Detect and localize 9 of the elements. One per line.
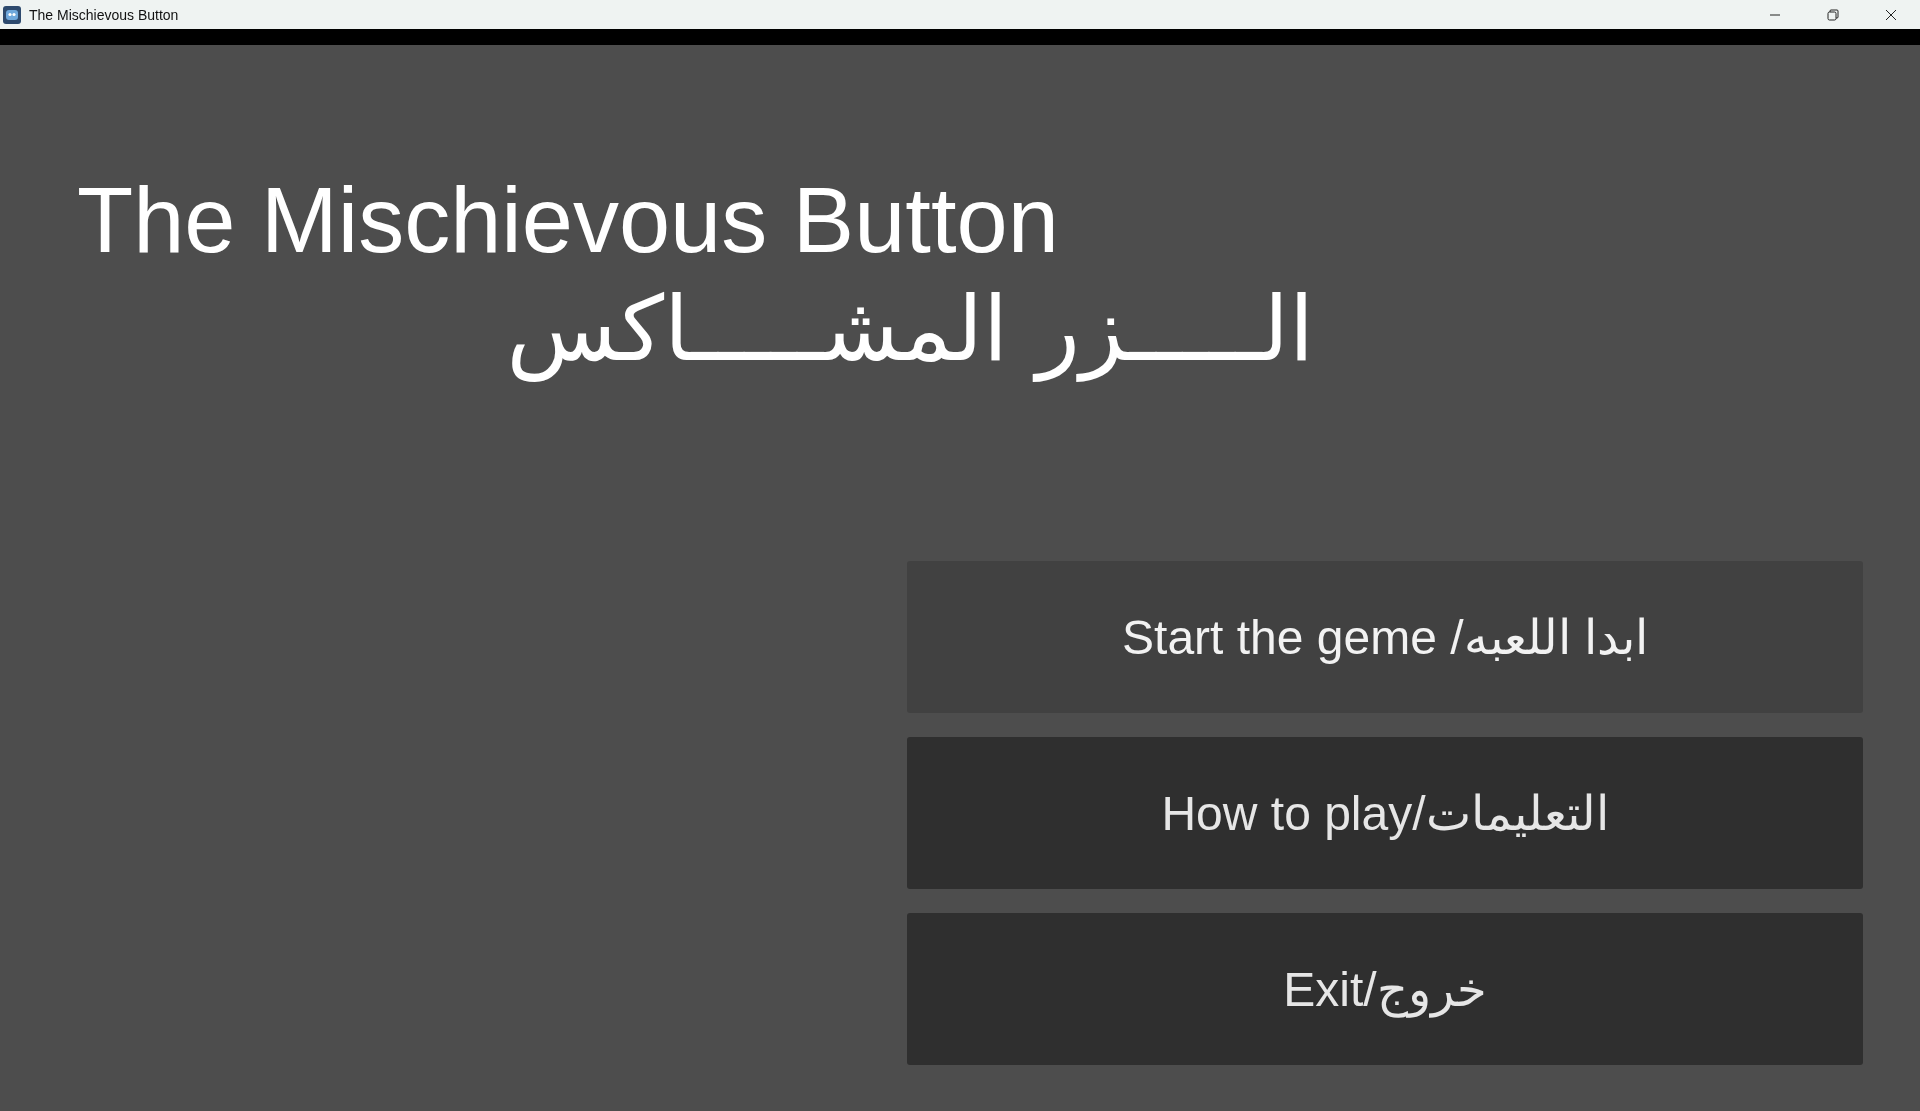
game-title: The Mischievous Button	[77, 168, 1059, 273]
game-title-arabic: الـــــزر المشـــــاكس	[506, 275, 1314, 384]
app-icon	[3, 5, 21, 24]
menu-button[interactable]: Start the geme /ابدا اللعبه	[907, 561, 1863, 714]
menu-button[interactable]: Exit/خروج	[907, 913, 1863, 1066]
menu-button[interactable]: How to play/التعليمات	[907, 737, 1863, 890]
close-icon[interactable]	[1885, 8, 1897, 21]
window-title: The Mischievous Button	[29, 6, 179, 23]
restore-icon[interactable]	[1827, 8, 1839, 21]
